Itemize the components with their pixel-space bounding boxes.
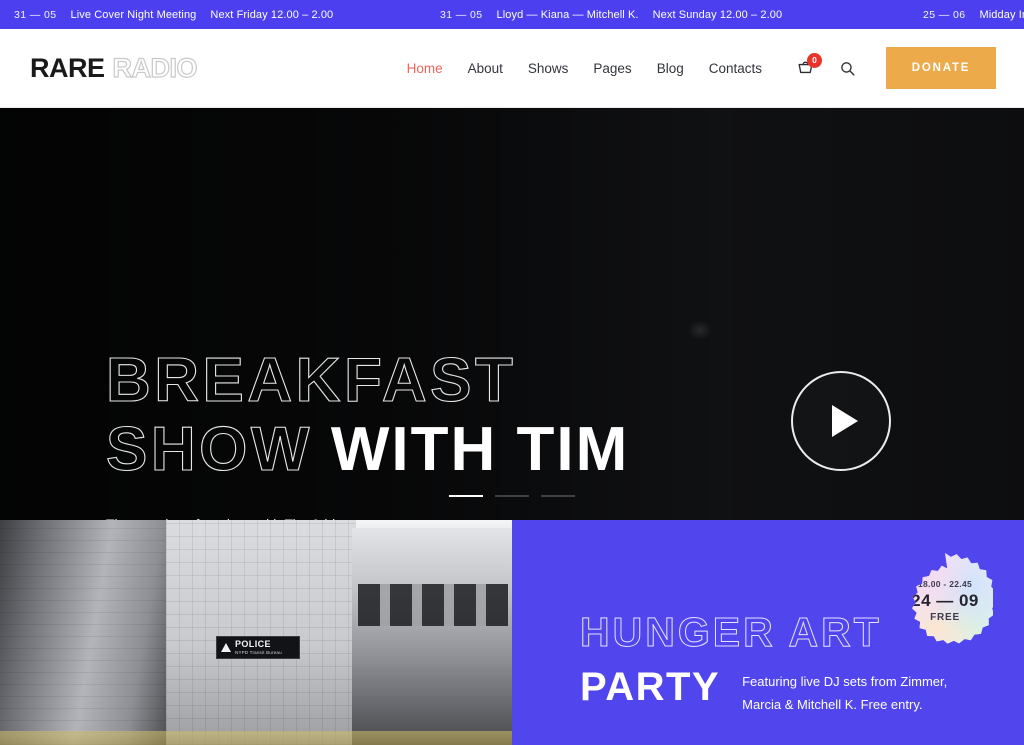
promo-title-row: PARTY Featuring live DJ sets from Zimmer… [580,667,1024,717]
play-icon[interactable] [791,371,891,471]
ticker-date: 25 — 06 [923,8,966,21]
nav-item-contacts[interactable]: Contacts [709,61,762,76]
police-sign-text: POLICE NYPD Transit Bureau [235,638,282,656]
site-header: RARE RADIO Home About Shows Pages Blog C… [0,29,1024,108]
logo-secondary-text: RADIO [112,52,198,83]
hero-title-line-1: BREAKFAST [105,345,629,415]
slider-dot-1[interactable] [449,495,483,497]
subway-photo-card[interactable] [0,520,512,745]
nav-item-pages[interactable]: Pages [593,61,631,76]
hero-content: BREAKFAST SHOW WITH TIM The morning afte… [105,345,630,520]
subway-left-tunnel [0,520,166,745]
logo-primary-text: RARE [30,52,105,83]
ticker-title: Midday Interview [979,8,1024,21]
promo-description: Featuring live DJ sets from Zimmer, Marc… [742,674,948,712]
search-icon[interactable] [836,56,858,80]
promo-title-solid: PARTY [580,665,721,709]
police-sign-title: POLICE [235,638,271,649]
platform-edge [0,731,512,745]
play-triangle-icon [832,405,858,437]
ticker-time: Next Sunday 12.00 – 2.00 [652,8,783,21]
hero-title-outline-breakfast: BREAKFAST [105,345,517,415]
ticker-date: 31 — 05 [14,8,57,21]
ticker-time: Next Friday 12.00 – 2.00 [210,8,334,21]
shopping-cart-icon[interactable]: 0 [794,53,822,80]
ticker-item[interactable]: 31 — 05 Live Cover Night Meeting Next Fr… [14,0,333,29]
ticker-item[interactable]: 31 — 05 Lloyd — Kiana — Mitchell K. Next… [440,0,782,29]
slider-dot-2[interactable] [495,495,529,497]
donate-button[interactable]: DONATE [886,47,996,89]
nav-item-shows[interactable]: Shows [528,61,569,76]
badge-date: 24 — 09 [911,591,979,610]
subway-tile-wall [166,520,356,745]
police-sign-subtitle: NYPD Transit Bureau [235,649,282,655]
hero-title-solid-with-tim: WITH TIM [330,415,630,485]
train-windows [358,584,508,626]
slider-dot-3[interactable] [541,495,575,497]
hero-title-line-2: SHOW WITH TIM [105,415,630,485]
nav-item-blog[interactable]: Blog [657,61,684,76]
slider-pagination [0,495,1024,497]
badge-price: FREE [930,612,960,623]
bottom-section: HUNGER ART PARTY Featuring live DJ sets … [0,520,1024,745]
arrow-up-icon [221,643,231,652]
ticker-title: Live Cover Night Meeting [70,8,197,21]
police-sign: POLICE NYPD Transit Bureau [216,636,300,659]
ticker-item[interactable]: 25 — 06 Midday Interview [923,0,1024,29]
hero-subtitle: The morning after show with Tim & his gu… [106,517,629,520]
site-logo[interactable]: RARE RADIO [30,52,198,84]
nav-item-about[interactable]: About [468,61,503,76]
news-ticker-bar: 31 — 05 Live Cover Night Meeting Next Fr… [0,0,1024,29]
nav-item-home[interactable]: Home [407,61,443,76]
header-tools: 0 [794,53,858,80]
promo-panel[interactable]: HUNGER ART PARTY Featuring live DJ sets … [512,520,1024,745]
subway-train [352,528,512,745]
main-navigation: Home About Shows Pages Blog Contacts [407,61,762,76]
hero-slider: BREAKFAST SHOW WITH TIM The morning afte… [0,108,1024,520]
ticker-date: 31 — 05 [440,8,483,21]
cart-count-badge: 0 [807,53,822,68]
badge-time: 18.00 - 22.45 [918,579,972,589]
ticker-title: Lloyd — Kiana — Mitchell K. [496,8,639,21]
hero-title-outline-show: SHOW [105,415,313,485]
